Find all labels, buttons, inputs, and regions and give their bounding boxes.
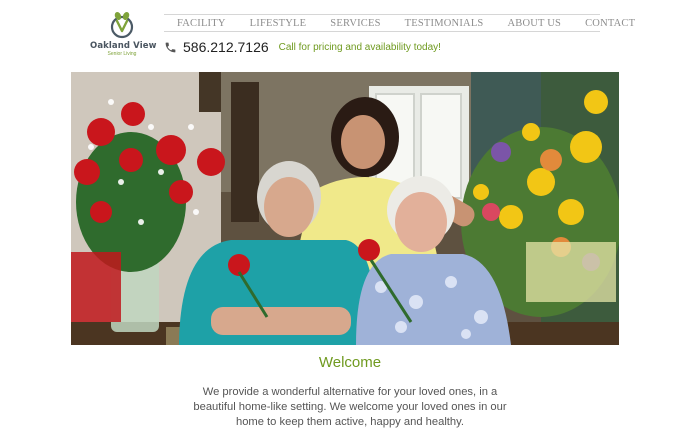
contact-bar: 586.212.7126 Call for pricing and availa… (164, 38, 441, 56)
main-nav: FACILITY LIFESTYLE SERVICES TESTIMONIALS… (164, 14, 635, 32)
logo-tagline: Senior Living (107, 51, 137, 57)
logo-mark-icon (110, 11, 134, 39)
nav-item-lifestyle[interactable]: LIFESTYLE (238, 18, 319, 29)
phone-icon (165, 42, 176, 52)
welcome-paragraph: We provide a wonderful alternative for y… (193, 386, 507, 428)
nav-item-about-us[interactable]: ABOUT US (495, 18, 573, 29)
phone-number[interactable]: 586.212.7126 (183, 39, 269, 55)
nav-item-facility[interactable]: FACILITY (164, 18, 238, 29)
welcome-heading: Welcome (318, 354, 382, 371)
nav-item-contact[interactable]: CONTACT (573, 18, 648, 29)
hero-photo (71, 72, 619, 345)
logo-name: Oakland View (90, 41, 157, 51)
call-to-action: Call for pricing and availability today! (278, 41, 441, 53)
site-logo[interactable]: Oakland View Senior Living (90, 10, 157, 66)
nav-item-services[interactable]: SERVICES (318, 18, 392, 29)
nav-item-testimonials[interactable]: TESTIMONIALS (393, 18, 496, 29)
